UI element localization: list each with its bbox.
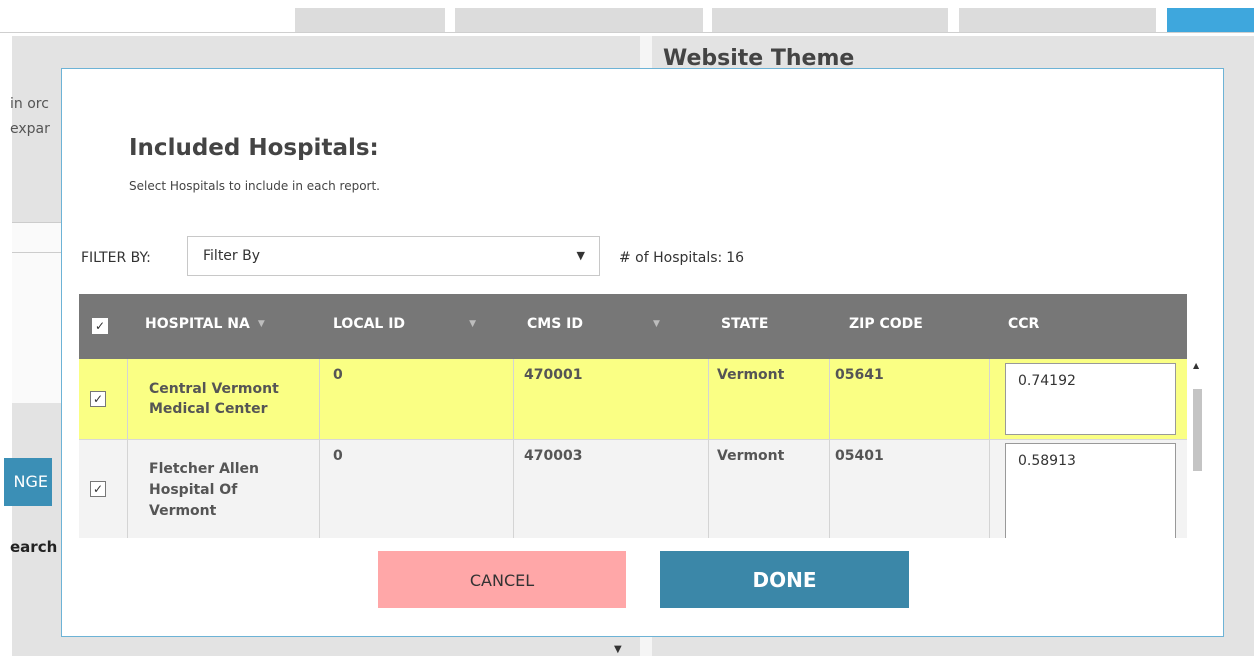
- bg-content-panel: [12, 222, 62, 403]
- checkmark-icon: ✓: [92, 482, 104, 496]
- included-hospitals-dialog: Included Hospitals: Select Hospitals to …: [61, 68, 1224, 637]
- hospital-count-label: # of Hospitals:: [619, 250, 723, 266]
- bg-tab-4[interactable]: [959, 8, 1156, 32]
- zip-code: 05401: [835, 448, 884, 464]
- hospital-name-line: Medical Center: [149, 401, 268, 417]
- checkmark-icon: ✓: [94, 319, 106, 333]
- bg-tab-3[interactable]: [712, 8, 948, 32]
- bg-caret-down-icon: ▼: [614, 644, 622, 655]
- state-cell: Vermont: [709, 359, 830, 439]
- cancel-button[interactable]: CANCEL: [378, 551, 626, 608]
- row-checkbox[interactable]: ✓: [90, 481, 106, 497]
- hospital-name: Fletcher Allen Hospital Of Vermont: [149, 459, 259, 522]
- column-header-state[interactable]: STATE: [721, 316, 768, 332]
- hospital-name-cell: Central Vermont Medical Center: [128, 359, 320, 439]
- local-id-cell: 0: [320, 359, 514, 439]
- zip-code: 05641: [835, 367, 884, 383]
- column-header-ccr[interactable]: CCR: [1008, 316, 1039, 332]
- chevron-down-icon: ▼: [576, 249, 585, 262]
- bg-change-button[interactable]: NGE: [4, 458, 52, 506]
- hospital-name-line: Fletcher Allen: [149, 461, 259, 477]
- hospital-count-value: 16: [726, 250, 745, 266]
- ccr-input[interactable]: 0.74192: [1005, 363, 1176, 435]
- checkbox-cell: ✓: [79, 359, 128, 439]
- zip-cell: 05401: [830, 440, 990, 538]
- column-header-label: CCR: [1008, 316, 1040, 332]
- select-all-checkbox[interactable]: ✓: [92, 318, 108, 334]
- hospital-name-line: Central Vermont: [149, 381, 279, 397]
- hospital-name: Central Vermont Medical Center: [149, 379, 279, 419]
- checkmark-icon: ✓: [92, 392, 104, 406]
- bg-tab-active[interactable]: [1167, 8, 1254, 32]
- cms-id-cell: 470001: [514, 359, 709, 439]
- local-id-cell: 0: [320, 440, 514, 538]
- ccr-cell: 0.74192: [990, 359, 1187, 439]
- table-header: ✓ HOSPITAL NA ▼ LOCAL ID ▼ CMS ID ▼ STATE Z…: [79, 294, 1187, 359]
- ccr-input[interactable]: 0.58913: [1005, 443, 1176, 538]
- hospital-name-cell: Fletcher Allen Hospital Of Vermont: [128, 440, 320, 538]
- bg-tab-2[interactable]: [455, 8, 703, 32]
- state: Vermont: [717, 367, 785, 383]
- dialog-subtitle: Select Hospitals to include in each repo…: [129, 179, 380, 193]
- table-row[interactable]: ✓ Fletcher Allen Hospital Of Vermont 0 4…: [79, 440, 1187, 538]
- local-id: 0: [333, 448, 343, 464]
- state: Vermont: [717, 448, 785, 464]
- cms-id: 470003: [524, 448, 583, 464]
- ccr-cell: 0.58913: [990, 440, 1187, 538]
- hospital-count: # of Hospitals: 16: [619, 250, 744, 266]
- bg-tab-1[interactable]: [295, 8, 445, 32]
- sort-down-icon[interactable]: ▼: [469, 319, 476, 329]
- hospital-name-line: Vermont: [149, 503, 217, 519]
- bg-divider-line: [0, 32, 1254, 33]
- column-header-local-id[interactable]: LOCAL ID ▼: [333, 316, 476, 332]
- sort-down-icon[interactable]: ▼: [258, 319, 265, 329]
- cms-id: 470001: [524, 367, 583, 383]
- table-scrollbar[interactable]: ▲: [1190, 359, 1202, 538]
- state-cell: Vermont: [709, 440, 830, 538]
- column-header-cms-id[interactable]: CMS ID ▼: [527, 316, 660, 332]
- filter-by-label: FILTER BY:: [81, 250, 151, 266]
- scroll-up-icon[interactable]: ▲: [1193, 361, 1199, 370]
- column-header-zip-code[interactable]: ZIP CODE: [849, 316, 923, 332]
- column-header-label: ZIP CODE: [849, 316, 923, 332]
- bg-search-label: earch: [10, 538, 58, 556]
- zip-cell: 05641: [830, 359, 990, 439]
- cms-id-cell: 470003: [514, 440, 709, 538]
- scrollbar-thumb[interactable]: [1193, 389, 1202, 471]
- row-checkbox[interactable]: ✓: [90, 391, 106, 407]
- column-header-label: LOCAL ID: [333, 316, 406, 332]
- column-header-hospital-name[interactable]: HOSPITAL NA ▼: [145, 316, 265, 332]
- table-row[interactable]: ✓ Central Vermont Medical Center 0 47000…: [79, 359, 1187, 440]
- filter-selected-value: Filter By: [203, 248, 261, 264]
- bg-row-line: [12, 252, 62, 253]
- dialog-title: Included Hospitals:: [129, 135, 379, 161]
- bg-text-line2: expar: [10, 121, 50, 137]
- column-header-label: HOSPITAL NA: [145, 316, 250, 332]
- column-header-label: STATE: [721, 316, 769, 332]
- sort-down-icon[interactable]: ▼: [653, 319, 660, 329]
- hospital-name-line: Hospital Of: [149, 482, 238, 498]
- bg-text-line1: in orc: [10, 96, 49, 112]
- filter-by-select[interactable]: Filter By ▼: [187, 236, 600, 276]
- checkbox-cell: ✓: [79, 440, 128, 538]
- local-id: 0: [333, 367, 343, 383]
- column-header-label: CMS ID: [527, 316, 583, 332]
- done-button[interactable]: DONE: [660, 551, 909, 608]
- hospitals-table: ✓ HOSPITAL NA ▼ LOCAL ID ▼ CMS ID ▼ STATE Z…: [79, 294, 1202, 538]
